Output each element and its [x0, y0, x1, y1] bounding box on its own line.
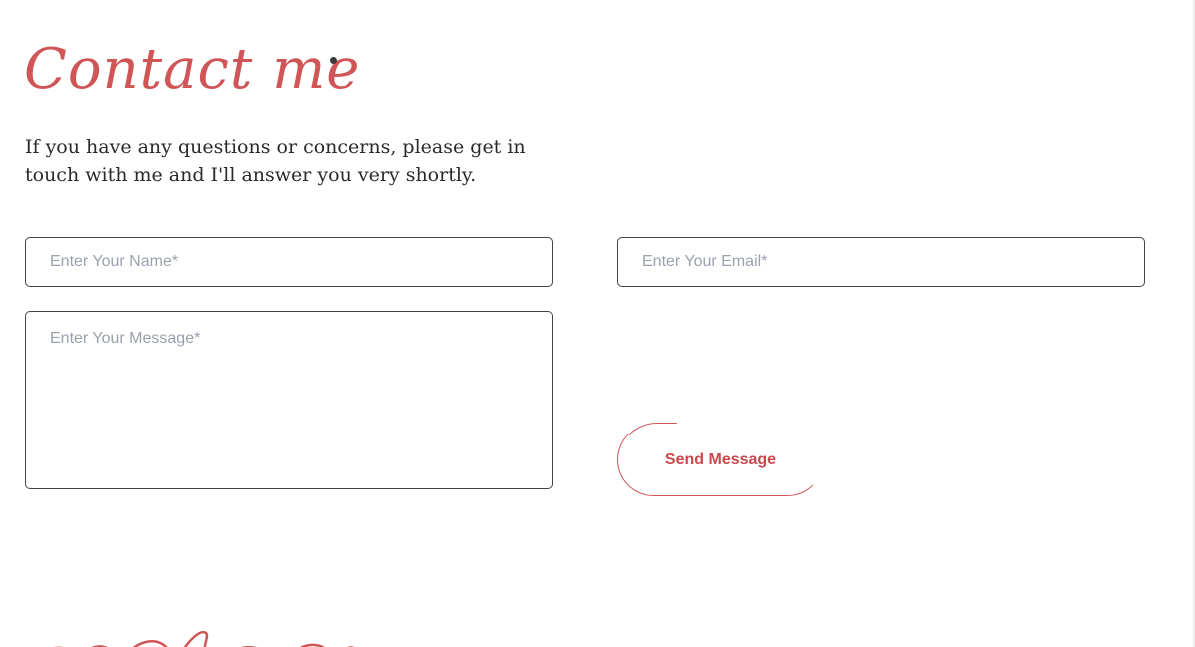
- email-field[interactable]: [617, 237, 1145, 287]
- contact-title: Contact me: [24, 37, 361, 102]
- cut-off-script-heading: [54, 630, 355, 647]
- message-field[interactable]: [25, 311, 553, 489]
- name-field[interactable]: [25, 237, 553, 287]
- next-section-heading-partial: [30, 610, 360, 647]
- contact-page: Contact me If you have any questions or …: [0, 0, 1193, 647]
- send-message-button[interactable]: Send Message: [617, 423, 824, 496]
- title-decoration-dot: [330, 57, 337, 64]
- contact-intro-text: If you have any questions or concerns, p…: [25, 136, 526, 186]
